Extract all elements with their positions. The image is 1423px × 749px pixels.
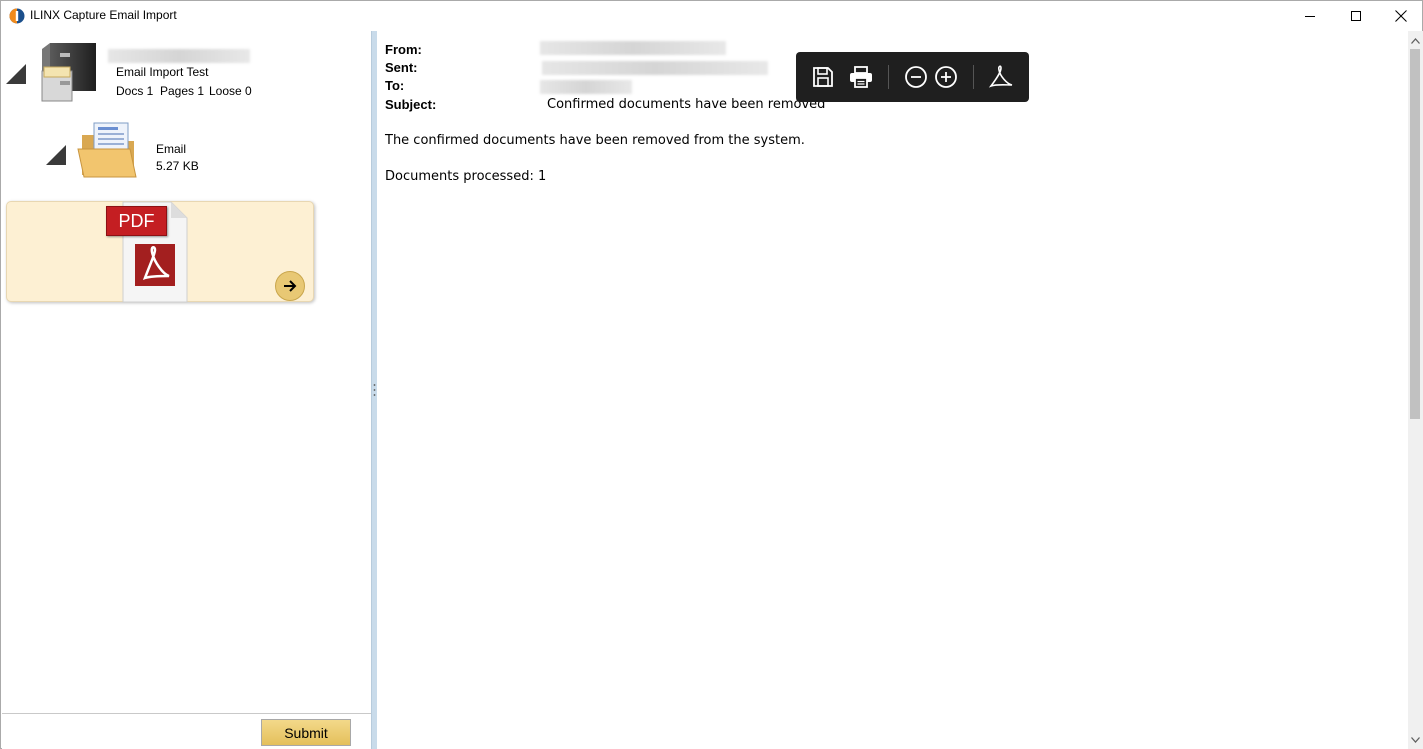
subject-label: Subject: (385, 97, 437, 112)
save-icon (813, 67, 833, 87)
batch-title-redacted (108, 49, 250, 63)
to-value-redacted (540, 80, 632, 94)
batch-pages-count: Pages 1 (160, 84, 205, 98)
subject-value: Confirmed documents have been removed (547, 97, 826, 112)
sent-value-redacted (542, 61, 768, 75)
batch-name: Email Import Test (116, 65, 209, 79)
maximize-icon (1351, 11, 1361, 21)
pdf-badge-label: PDF (118, 210, 155, 231)
file-cabinet-icon (38, 41, 98, 112)
pdf-badge: PDF (106, 206, 167, 236)
close-button[interactable] (1378, 1, 1423, 31)
batch-loose-count: Loose 0 (209, 84, 252, 98)
email-expander[interactable] (46, 145, 66, 165)
email-size: 5.27 KB (156, 159, 199, 173)
batch-docs-count: Docs 1 (116, 84, 154, 98)
from-value-redacted (540, 41, 726, 55)
left-pane-footer: Submit (2, 713, 371, 749)
email-body-line-1: The confirmed documents have been remove… (385, 133, 805, 148)
batch-expander[interactable] (6, 64, 26, 84)
scrollbar-thumb[interactable] (1410, 49, 1420, 419)
scroll-down-button[interactable] (1408, 732, 1423, 748)
print-icon (850, 66, 872, 88)
open-document-button[interactable] (275, 271, 305, 301)
print-button[interactable] (848, 64, 874, 90)
title-bar: ILINX Capture Email Import (1, 1, 1422, 31)
zoom-in-button[interactable] (933, 64, 959, 90)
from-label: From: (385, 42, 422, 57)
submit-button[interactable]: Submit (261, 719, 351, 746)
email-body-line-2: Documents processed: 1 (385, 169, 547, 184)
sent-label: Sent: (385, 60, 418, 75)
pdf-document-card[interactable]: PDF (6, 201, 314, 303)
zoom-in-icon (935, 66, 957, 88)
email-viewer: From: Sent: To: Subject: Confirmed docum… (377, 31, 1408, 749)
window-title: ILINX Capture Email Import (30, 8, 177, 22)
to-label: To: (385, 78, 405, 93)
zoom-out-button[interactable] (903, 64, 929, 90)
toolbar-separator (973, 65, 974, 89)
app-logo-icon (9, 8, 25, 24)
toolbar-separator (888, 65, 889, 89)
adobe-acrobat-icon (988, 65, 1013, 88)
minimize-icon (1305, 16, 1315, 17)
minimize-button[interactable] (1287, 1, 1333, 31)
splitter-grip-icon (373, 384, 376, 396)
batch-tree-pane: Email Import Test Docs 1 Pages 1 Loose 0… (2, 31, 371, 749)
maximize-button[interactable] (1333, 1, 1379, 31)
email-label: Email (156, 142, 187, 156)
chevron-down-icon (1411, 737, 1420, 743)
viewer-toolbar (796, 52, 1029, 102)
save-button[interactable] (810, 64, 836, 90)
chevron-up-icon (1411, 38, 1420, 44)
vertical-scrollbar[interactable] (1408, 31, 1423, 749)
email-folder-icon (76, 119, 138, 186)
open-in-acrobat-button[interactable] (988, 64, 1014, 90)
scroll-up-button[interactable] (1408, 33, 1423, 49)
app-window: ILINX Capture Email Import Email Import … (0, 0, 1423, 749)
close-icon (1395, 10, 1407, 22)
arrow-right-icon (284, 280, 297, 292)
zoom-out-icon (905, 66, 927, 88)
